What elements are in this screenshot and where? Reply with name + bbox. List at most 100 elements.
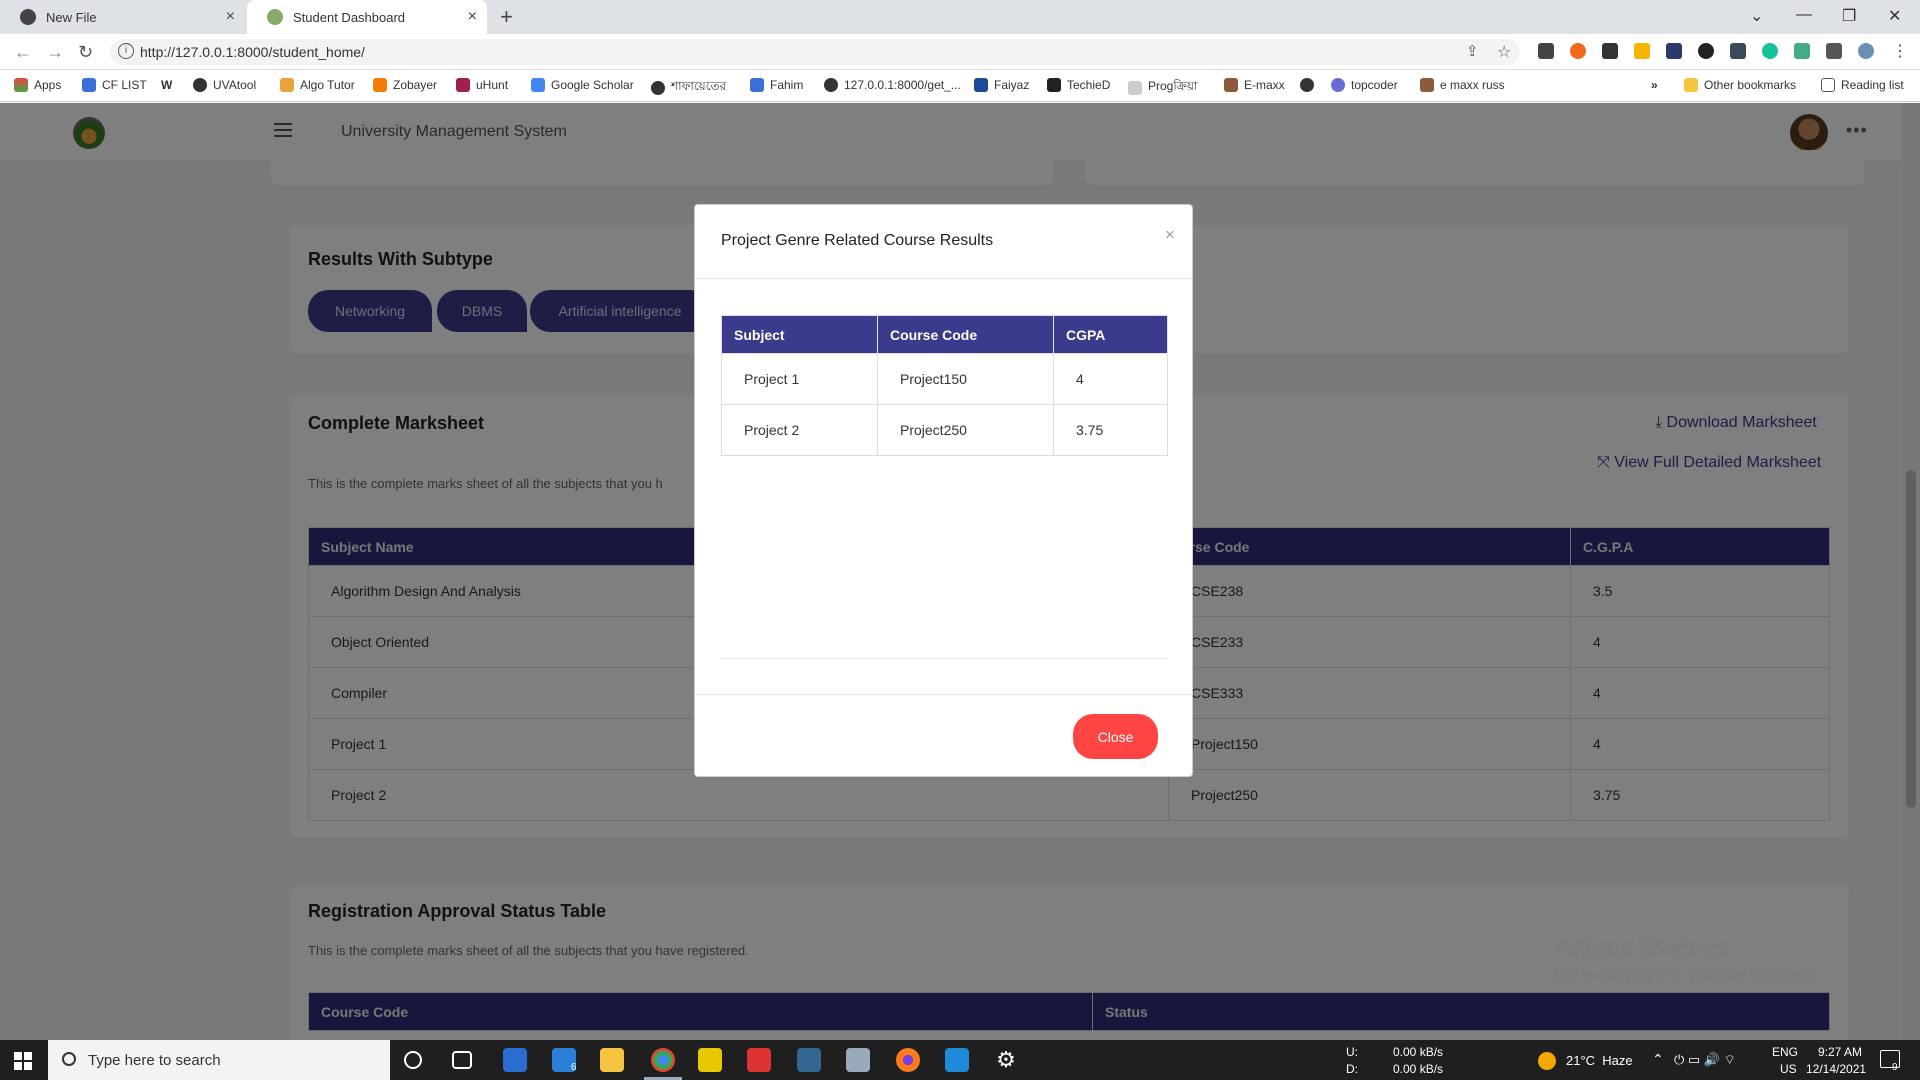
close-button[interactable]: Close (1073, 714, 1158, 759)
close-icon[interactable]: × (226, 8, 235, 26)
bookmark-fahim[interactable]: Fahim (750, 78, 803, 92)
extension-icon[interactable] (1666, 43, 1682, 59)
extension-icon[interactable] (1730, 43, 1746, 59)
site-icon (1300, 78, 1314, 92)
system-tray-icons[interactable]: ⏻ ▭ 🔊 ⌔ (1674, 1052, 1736, 1068)
bookmark-uhunt[interactable]: uHunt (456, 78, 508, 92)
extension-icon[interactable] (1602, 43, 1618, 59)
forward-icon[interactable]: → (46, 42, 64, 63)
reading-list-icon (1821, 78, 1835, 92)
column-header: CGPA (1053, 315, 1168, 354)
clock-time[interactable]: 9:27 AM (1818, 1045, 1862, 1059)
close-icon[interactable]: × (468, 8, 477, 26)
url-field[interactable]: i http://127.0.0.1:8000/student_home/ (110, 39, 1520, 65)
file-explorer-icon[interactable] (600, 1048, 624, 1072)
search-icon (62, 1052, 76, 1066)
profile-icon[interactable] (1858, 43, 1874, 59)
site-icon (280, 78, 294, 92)
grammarly-icon[interactable] (1762, 43, 1778, 59)
other-bookmarks[interactable]: Other bookmarks (1684, 78, 1796, 92)
puzzle-icon[interactable] (1826, 43, 1842, 59)
bookmark-algo-tutor[interactable]: Algo Tutor (280, 78, 355, 92)
site-icon (974, 78, 988, 92)
info-icon[interactable]: i (118, 43, 134, 59)
weather-text[interactable]: 21°C Haze (1566, 1053, 1633, 1068)
reading-list[interactable]: Reading list (1821, 78, 1904, 92)
extension-icon[interactable] (1698, 43, 1714, 59)
clock-date[interactable]: 12/14/2021 (1806, 1062, 1866, 1076)
star-icon[interactable]: ☆ (1497, 42, 1511, 62)
share-icon[interactable]: ⇪ (1466, 42, 1479, 60)
divider (721, 658, 1167, 659)
restore-button[interactable]: ❐ (1842, 6, 1856, 26)
watermark-line1: Activate Windows (1554, 935, 1728, 960)
watermark-line2: Go to Settings to activate Windows. (1554, 965, 1823, 984)
bookmark-shafayet[interactable]: শাফায়েতের (651, 78, 726, 98)
reload-icon[interactable]: ↻ (78, 42, 93, 63)
windows-start-icon[interactable] (14, 1052, 32, 1070)
chrome-icon[interactable] (651, 1048, 675, 1072)
firefox-icon[interactable] (896, 1048, 920, 1072)
divider (695, 278, 1192, 279)
column-header: Subject (721, 315, 878, 354)
weather-icon[interactable] (1538, 1052, 1556, 1070)
back-icon[interactable]: ← (14, 42, 32, 63)
tab-new-file[interactable]: New File × (0, 0, 245, 34)
bookmark-zobayer[interactable]: Zobayer (373, 78, 437, 92)
store-icon[interactable] (503, 1048, 527, 1072)
extension-icon[interactable] (1634, 43, 1650, 59)
player-icon[interactable] (698, 1048, 722, 1072)
bookmark-uvatool[interactable]: UVAtool (193, 78, 256, 92)
cortana-icon[interactable] (404, 1051, 422, 1069)
table-row: Project 2Project2503.75 (721, 404, 1168, 456)
bookmark-blank[interactable] (1300, 78, 1320, 92)
net-down-speed: 0.00 kB/s (1393, 1062, 1444, 1076)
site-icon (1224, 78, 1238, 92)
browser-tab-bar: New File × Student Dashboard × + ⌄ — ❐ ✕ (0, 0, 1920, 34)
site-icon (750, 78, 764, 92)
wps-icon[interactable] (747, 1048, 771, 1072)
region-indicator[interactable]: US (1780, 1062, 1797, 1076)
net-up-label: U: (1346, 1045, 1358, 1059)
taskbar-search-input[interactable]: Type here to search (48, 1040, 390, 1080)
bookmark-w[interactable]: W (161, 78, 172, 92)
task-view-icon[interactable] (452, 1051, 472, 1069)
extension-icon[interactable] (1794, 43, 1810, 59)
minimize-button[interactable]: — (1796, 6, 1812, 24)
window-close-button[interactable]: ✕ (1888, 6, 1901, 26)
tab-student-dashboard[interactable]: Student Dashboard × (247, 0, 487, 34)
activate-windows-watermark: Activate Windows Go to Settings to activ… (1554, 935, 1822, 985)
extension-icon[interactable] (1570, 43, 1586, 59)
bookmark-topcoder[interactable]: topcoder (1331, 78, 1398, 92)
postgres-icon[interactable] (797, 1048, 821, 1072)
settings-gear-icon[interactable]: ⚙ (994, 1048, 1018, 1072)
bookmark-techied[interactable]: TechieD (1047, 78, 1110, 92)
bookmark-emaxx[interactable]: E-maxx (1224, 78, 1285, 92)
language-indicator[interactable]: ENG (1772, 1045, 1798, 1059)
bookmark-emaxx-russ[interactable]: e maxx russ (1420, 78, 1505, 92)
blogger-icon (373, 78, 387, 92)
cell: 3.75 (1053, 404, 1168, 456)
bookmark-faiyaz[interactable]: Faiyaz (974, 78, 1029, 92)
bookmark-google-scholar[interactable]: Google Scholar (531, 78, 634, 92)
app-icon[interactable] (846, 1048, 870, 1072)
column-header: Course Code (877, 315, 1054, 354)
bookmark-cf-list[interactable]: CF LIST (82, 78, 147, 92)
site-icon (456, 78, 470, 92)
new-tab-button[interactable]: + (500, 4, 513, 30)
vscode-icon[interactable] (945, 1048, 969, 1072)
extension-icon[interactable] (1538, 43, 1554, 59)
chevron-up-icon[interactable]: ⌃ (1652, 1051, 1664, 1068)
menu-icon[interactable]: ⋮ (1892, 41, 1908, 61)
bookmarks-more[interactable]: » (1651, 78, 1658, 92)
github-icon (20, 9, 36, 25)
tab-search-icon[interactable]: ⌄ (1750, 6, 1763, 26)
folder-icon (1684, 78, 1698, 92)
notification-count: 9 (1892, 1062, 1898, 1073)
bookmark-apps[interactable]: Apps (14, 78, 61, 92)
bookmark-localhost[interactable]: 127.0.0.1:8000/get_... (824, 78, 961, 92)
bookmark-prog[interactable]: Progক্রিয়া (1128, 78, 1197, 98)
close-icon[interactable]: × (1165, 225, 1175, 245)
site-icon (1047, 78, 1061, 92)
divider (695, 694, 1192, 695)
